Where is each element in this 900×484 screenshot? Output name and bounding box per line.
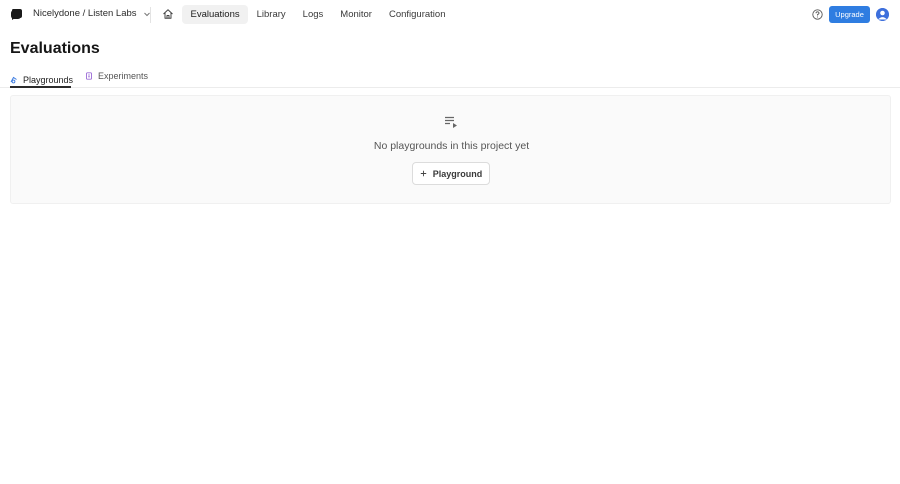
plus-icon [420,170,426,177]
top-bar: Nicelydone / Listen Labs Evaluations Lib… [0,0,900,30]
tab-playgrounds-label: Playgrounds [23,74,74,85]
tab-experiments[interactable]: Experiments [85,71,148,81]
empty-state-panel: No playgrounds in this project yet Playg… [10,95,891,204]
nav-logs[interactable]: Logs [294,5,332,24]
tab-bar: Playgrounds Experiments [0,68,900,88]
nav-configuration[interactable]: Configuration [380,5,454,24]
nav-evaluations[interactable]: Evaluations [182,5,249,24]
new-playground-button[interactable]: Playground [412,162,490,185]
playground-icon [10,76,17,83]
empty-state-message: No playgrounds in this project yet [373,140,530,152]
playlist-add-icon [445,116,457,128]
nav-monitor[interactable]: Monitor [332,5,381,24]
org-project-switcher[interactable]: Nicelydone / Listen Labs [33,8,151,19]
user-avatar-icon [876,8,889,21]
help-icon[interactable] [812,9,823,20]
home-icon[interactable] [162,8,174,20]
page-title: Evaluations [10,40,100,57]
upgrade-button[interactable]: Upgrade [829,6,870,23]
new-playground-button-label: Playground [432,168,483,179]
nav-library[interactable]: Library [248,5,294,24]
main-nav: Evaluations Library Logs Monitor Configu… [182,5,454,24]
tab-experiments-label: Experiments [98,71,149,81]
org-project-label: Nicelydone / Listen Labs [33,8,137,19]
experiment-icon [86,72,92,80]
active-tab-indicator [10,86,71,88]
app-logo-icon[interactable] [10,8,23,21]
header-divider [150,7,151,23]
avatar[interactable] [876,8,889,21]
